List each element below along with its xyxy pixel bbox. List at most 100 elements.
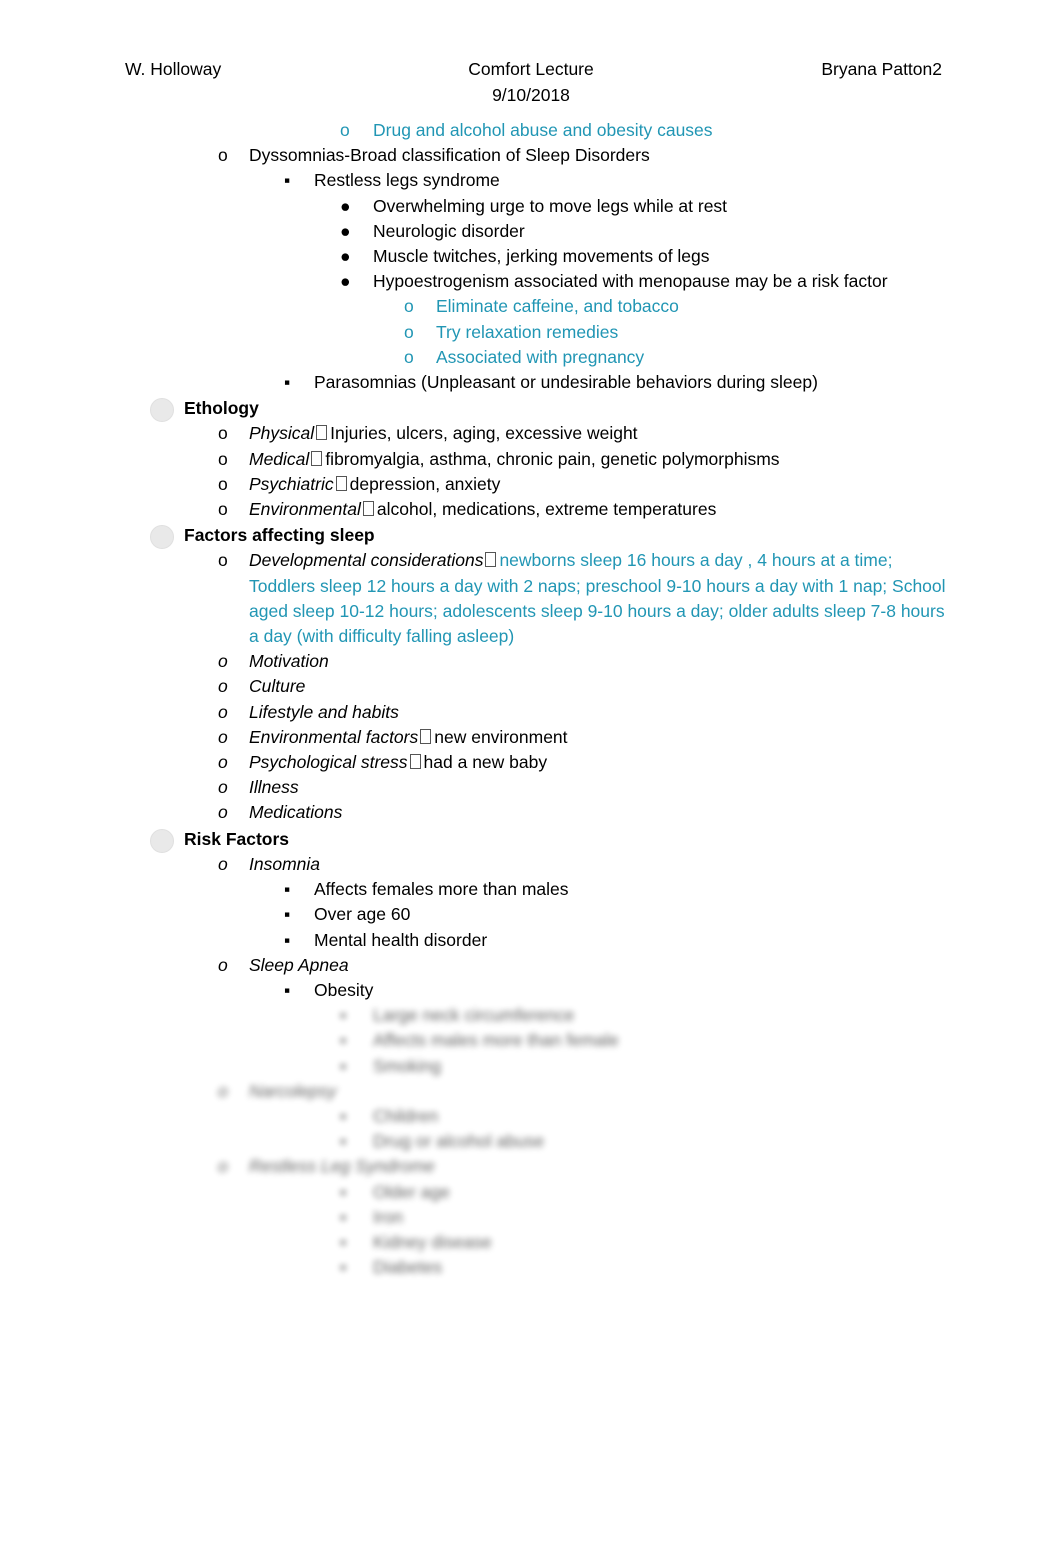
bullet-circle: o xyxy=(218,448,228,469)
list-item: ▪ Affects females more than males xyxy=(0,877,1062,902)
section-heading-label: Factors affecting sleep xyxy=(184,525,375,546)
list-item-text: Smoking xyxy=(373,1055,442,1076)
box-glyph-icon xyxy=(316,425,328,441)
bullet-circle: o xyxy=(404,296,414,317)
term-label: Psychological stress xyxy=(249,752,408,773)
list-item: o Medical fibromyalgia, asthma, chronic p… xyxy=(0,447,1062,472)
bullet-circle: o xyxy=(218,676,228,697)
list-item-text: Restless Leg Syndrome xyxy=(249,1156,435,1177)
list-item: o Lifestyle and habits xyxy=(0,700,1062,725)
list-item: ● Overwhelming urge to move legs while a… xyxy=(0,194,1062,219)
bullet-disc: ● xyxy=(340,271,351,292)
bullet-square: ▪ xyxy=(340,1181,347,1202)
list-item: o Culture xyxy=(0,674,1062,699)
bullet-square: ▪ xyxy=(340,1231,347,1252)
list-item-text: Over age 60 xyxy=(314,904,411,925)
list-item-text: Insomnia xyxy=(249,853,321,874)
term-detail: new environment xyxy=(434,726,568,747)
box-glyph-icon xyxy=(311,450,323,466)
header-date: 9/10/2018 xyxy=(492,85,570,105)
bullet-square: ▪ xyxy=(284,929,291,950)
term-label: Environmental factors xyxy=(249,726,419,747)
section-heading-label: Ethology xyxy=(184,398,259,419)
list-item: o Physical Injuries, ulcers, aging, exces… xyxy=(0,421,1062,446)
term-label: Psychiatric xyxy=(249,473,334,494)
term-detail: had a new baby xyxy=(423,752,548,773)
list-item-text: Sleep Apnea xyxy=(249,954,349,975)
bullet-circle: o xyxy=(218,651,228,672)
section-heading-risk-factors: Risk Factors xyxy=(0,827,1062,853)
box-glyph-icon xyxy=(409,754,421,770)
term-label: Physical xyxy=(249,423,315,444)
bullet-square: ▪ xyxy=(340,1257,347,1278)
list-item: o Psychological stress had a new baby xyxy=(0,750,1062,775)
list-item-text: Dyssomnias-Broad classification of Sleep… xyxy=(249,145,650,166)
bullet-square: ▪ xyxy=(284,372,291,393)
list-item: ▪ Restless legs syndrome xyxy=(0,168,1062,193)
box-glyph-icon xyxy=(362,501,374,517)
list-item: ▪ Affects males more than female xyxy=(0,1028,1062,1053)
list-item: ● Hypoestrogenism associated with menopa… xyxy=(0,269,1062,294)
list-item: o Dyssomnias-Broad classification of Sle… xyxy=(0,143,1062,168)
bullet-disc: ● xyxy=(340,246,351,267)
list-item-text: Physical Injuries, ulcers, aging, excessi… xyxy=(249,421,1062,446)
list-item: o Insomnia xyxy=(0,852,1062,877)
bullet-circle: o xyxy=(218,550,228,571)
bullet-square: ▪ xyxy=(340,1105,347,1126)
outline-body: o Drug and alcohol abuse and obesity cau… xyxy=(0,118,1062,1280)
list-item-text: Motivation xyxy=(249,651,329,672)
term-detail: depression, anxiety xyxy=(349,473,501,494)
bullet-circle: o xyxy=(218,499,228,520)
obscured-content-block: ▪ Large neck circumference ▪ Affects mal… xyxy=(0,1003,1062,1280)
list-item-text: Psychological stress had a new baby xyxy=(249,750,1062,775)
list-item-text: Parasomnias (Unpleasant or undesirable b… xyxy=(314,372,818,393)
term-label: Medical xyxy=(249,448,310,469)
list-item: o Environmental factors new environment xyxy=(0,725,1062,750)
list-item-text: Mental health disorder xyxy=(314,929,488,950)
list-item: ▪ Kidney disease xyxy=(0,1230,1062,1255)
bullet-square: ▪ xyxy=(284,879,291,900)
bullet-circle: o xyxy=(218,853,228,874)
list-item-text: Drug or alcohol abuse xyxy=(373,1131,545,1152)
bullet-square: ▪ xyxy=(284,979,291,1000)
list-item-text: Obesity xyxy=(314,979,374,1000)
list-item: ▪ Large neck circumference xyxy=(0,1003,1062,1028)
list-item-text: Psychiatric depression, anxiety xyxy=(249,472,1062,497)
bullet-circle: o xyxy=(218,1156,228,1177)
list-item: o Narcolepsy xyxy=(0,1079,1062,1104)
list-item: o Medications xyxy=(0,800,1062,825)
list-item-text: Iron xyxy=(373,1206,404,1227)
list-item-text: Culture xyxy=(249,676,306,697)
list-item: ▪ Drug or alcohol abuse xyxy=(0,1129,1062,1154)
box-glyph-icon xyxy=(335,475,347,491)
document-page: W. Holloway Comfort Lecture Bryana Patto… xyxy=(0,0,1062,1556)
list-item: o Psychiatric depression, anxiety xyxy=(0,472,1062,497)
list-item: o Illness xyxy=(0,775,1062,800)
list-item: ● Muscle twitches, jerking movements of … xyxy=(0,244,1062,269)
list-item-text: Hypoestrogenism associated with menopaus… xyxy=(373,271,888,292)
bullet-circle: o xyxy=(218,423,228,444)
image-placeholder-icon xyxy=(150,828,174,853)
list-item-text: Muscle twitches, jerking movements of le… xyxy=(373,246,710,267)
list-item: o Motivation xyxy=(0,649,1062,674)
bullet-circle: o xyxy=(218,473,228,494)
list-item-text: Older age xyxy=(373,1181,450,1202)
list-item-text: Restless legs syndrome xyxy=(314,170,500,191)
bullet-disc: ● xyxy=(340,195,351,216)
box-glyph-icon xyxy=(420,728,432,744)
box-glyph-icon xyxy=(485,552,497,568)
bullet-circle: o xyxy=(404,346,414,367)
bullet-circle: o xyxy=(218,726,228,747)
list-item: ▪ Obesity xyxy=(0,978,1062,1003)
bullet-circle: o xyxy=(218,701,228,722)
list-item-text: Eliminate caffeine, and tobacco xyxy=(436,296,679,317)
bullet-circle: o xyxy=(404,321,414,342)
list-item: ▪ Mental health disorder xyxy=(0,928,1062,953)
list-item-text: Narcolepsy xyxy=(249,1080,337,1101)
list-item: o Sleep Apnea xyxy=(0,953,1062,978)
bullet-circle: o xyxy=(218,802,228,823)
list-item-text: Kidney disease xyxy=(373,1231,492,1252)
bullet-square: ▪ xyxy=(340,1005,347,1026)
bullet-square: ▪ xyxy=(340,1055,347,1076)
list-item: ● Neurologic disorder xyxy=(0,219,1062,244)
